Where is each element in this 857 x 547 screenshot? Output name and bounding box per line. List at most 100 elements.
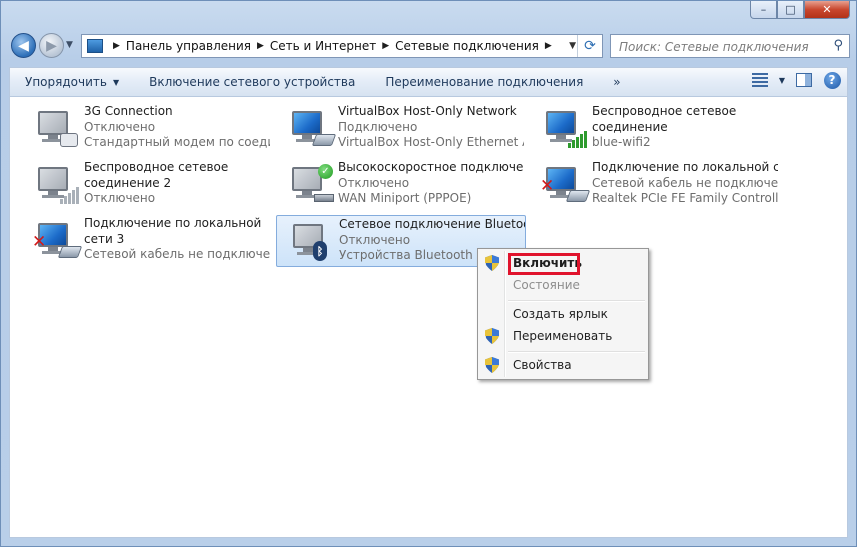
connection-device: blue-wifi2 bbox=[592, 135, 651, 149]
forward-button[interactable]: ▶ bbox=[39, 33, 64, 58]
explorer-window: – □ ✕ ◀ ▶ ▼ ▶ Панель управления ▶ Сеть и… bbox=[0, 0, 857, 547]
connection-status: Отключено bbox=[84, 191, 156, 205]
search-box: ⚲ bbox=[610, 34, 850, 58]
preview-pane-button[interactable] bbox=[795, 71, 813, 89]
network-adapter-icon: ᛒ bbox=[289, 221, 337, 265]
checkmark-icon: ✓ bbox=[318, 164, 333, 179]
breadcrumb-network-connections[interactable]: Сетевые подключения bbox=[395, 39, 539, 53]
connection-status: Сетевой кабель не подключен bbox=[592, 175, 778, 190]
connection-device: WAN Miniport (PPPOE) bbox=[338, 191, 472, 205]
menu-item-enable[interactable]: Включить bbox=[480, 252, 646, 275]
ethernet-plug-icon bbox=[311, 134, 337, 146]
address-dropdown-icon[interactable]: ▼ bbox=[569, 41, 576, 51]
network-adapter-icon bbox=[34, 108, 82, 152]
breadcrumb-control-panel[interactable]: Панель управления bbox=[126, 39, 251, 53]
help-button[interactable]: ? bbox=[823, 71, 841, 89]
breadcrumb-separator[interactable]: ▶ bbox=[113, 41, 120, 51]
breadcrumb-network-internet[interactable]: Сеть и Интернет bbox=[270, 39, 376, 53]
navigation-row: ◀ ▶ ▼ ▶ Панель управления ▶ Сеть и Интер… bbox=[9, 31, 850, 61]
organize-button[interactable]: Упорядочить ▼ bbox=[10, 68, 134, 96]
arrow-right-icon: ▶ bbox=[46, 37, 57, 54]
toolbar-right: ▼ ? bbox=[751, 71, 841, 89]
connection-name: Сетевое подключение Bluetooth bbox=[339, 217, 525, 231]
menu-item-label: Состояние bbox=[513, 278, 580, 292]
menu-separator bbox=[508, 300, 645, 302]
connection-name: Подключение по локальной сети bbox=[592, 160, 778, 174]
modem-icon bbox=[60, 133, 78, 147]
signal-bars-icon bbox=[60, 186, 82, 204]
address-bar[interactable]: ▶ Панель управления ▶ Сеть и Интернет ▶ … bbox=[81, 34, 603, 58]
connection-status: Отключено bbox=[84, 119, 156, 134]
control-panel-icon bbox=[87, 39, 103, 53]
connection-device: Realtek PCIe FE Family Controller bbox=[592, 191, 778, 205]
command-bar: Упорядочить ▼ Включение сетевого устройс… bbox=[9, 67, 848, 97]
view-dropdown-icon[interactable]: ▼ bbox=[779, 76, 785, 85]
menu-item-label: Свойства bbox=[513, 358, 572, 372]
breadcrumb-separator[interactable]: ▶ bbox=[382, 41, 389, 51]
menu-item-rename[interactable]: Переименовать bbox=[480, 325, 646, 347]
close-button[interactable]: ✕ bbox=[804, 1, 850, 19]
uac-shield-icon bbox=[485, 328, 499, 344]
connection-local-area-3[interactable]: ✕ Подключение по локальной сети 3 Сетево… bbox=[22, 215, 272, 267]
ethernet-plug-icon bbox=[565, 190, 591, 202]
rename-connection-button[interactable]: Переименование подключения bbox=[370, 68, 598, 96]
menu-item-status[interactable]: Состояние bbox=[480, 274, 646, 296]
menu-separator bbox=[508, 351, 645, 353]
network-adapter-icon bbox=[542, 108, 590, 152]
minimize-button[interactable]: – bbox=[750, 1, 777, 19]
connection-name: VirtualBox Host-Only Network bbox=[338, 104, 517, 118]
connection-name: Подключение по локальной сети 3 bbox=[84, 216, 262, 246]
preview-pane-icon bbox=[796, 73, 812, 87]
highlight-frame bbox=[508, 253, 580, 275]
connection-name: Беспроводное сетевое соединение bbox=[592, 104, 737, 134]
connection-name: Высокоскоростное подключение bbox=[338, 160, 524, 174]
ethernet-plug-icon bbox=[57, 246, 83, 258]
more-commands-label: » bbox=[613, 75, 621, 89]
connection-local-area[interactable]: ✕ Подключение по локальной сети Сетевой … bbox=[530, 159, 780, 211]
breadcrumb-separator[interactable]: ▶ bbox=[257, 41, 264, 51]
connection-name: Беспроводное сетевое соединение 2 bbox=[84, 160, 229, 190]
breadcrumb: ▶ Панель управления ▶ Сеть и Интернет ▶ … bbox=[107, 39, 558, 53]
menu-item-label: Переименовать bbox=[513, 329, 613, 343]
recent-pages-dropdown[interactable]: ▼ bbox=[66, 40, 73, 50]
menu-item-label: Создать ярлык bbox=[513, 307, 608, 321]
change-view-button[interactable] bbox=[751, 71, 769, 89]
connection-wireless-2[interactable]: Беспроводное сетевое соединение 2 Отключ… bbox=[22, 159, 272, 211]
connection-status: Отключено bbox=[338, 175, 410, 190]
refresh-icon: ⟳ bbox=[584, 38, 596, 54]
network-adapter-icon bbox=[34, 164, 82, 208]
connection-broadband[interactable]: ✓ Высокоскоростное подключение Отключено… bbox=[276, 159, 526, 211]
refresh-button[interactable]: ⟳ bbox=[577, 35, 602, 57]
network-adapter-icon: ✓ bbox=[288, 164, 336, 208]
connection-status: Отключено bbox=[339, 232, 411, 247]
wan-device-icon bbox=[314, 194, 334, 202]
menu-item-create-shortcut[interactable]: Создать ярлык bbox=[480, 303, 646, 325]
network-adapter-icon: ✕ bbox=[540, 164, 591, 208]
back-button[interactable]: ◀ bbox=[11, 33, 36, 58]
more-commands-button[interactable]: » bbox=[598, 68, 635, 96]
connection-wireless[interactable]: Беспроводное сетевое соединение blue-wif… bbox=[530, 103, 780, 155]
view-list-icon bbox=[751, 73, 768, 87]
uac-shield-icon bbox=[485, 255, 499, 271]
bluetooth-icon: ᛒ bbox=[313, 241, 327, 261]
disconnected-x-icon: ✕ bbox=[540, 176, 555, 196]
chevron-down-icon: ▼ bbox=[112, 77, 120, 87]
search-input[interactable] bbox=[617, 36, 821, 58]
maximize-button[interactable]: □ bbox=[777, 1, 804, 19]
connection-virtualbox[interactable]: VirtualBox Host-Only Network Подключено … bbox=[276, 103, 526, 155]
menu-item-properties[interactable]: Свойства bbox=[480, 354, 646, 376]
network-adapter-icon bbox=[288, 108, 337, 152]
connection-status: Подключено bbox=[338, 119, 418, 134]
connection-device: Стандартный модем по соедине... bbox=[84, 135, 270, 149]
help-icon: ? bbox=[823, 71, 841, 89]
organize-label: Упорядочить bbox=[25, 75, 107, 89]
connection-3g[interactable]: 3G Connection Отключено Стандартный моде… bbox=[22, 103, 272, 155]
enable-device-button[interactable]: Включение сетевого устройства bbox=[134, 68, 370, 96]
search-icon[interactable]: ⚲ bbox=[833, 38, 843, 53]
disconnected-x-icon: ✕ bbox=[32, 232, 47, 252]
connection-device: VirtualBox Host-Only Ethernet Ad... bbox=[338, 135, 524, 149]
arrow-left-icon: ◀ bbox=[18, 37, 29, 54]
breadcrumb-separator[interactable]: ▶ bbox=[545, 41, 552, 51]
context-menu: Включить Состояние Создать ярлык Переиме… bbox=[477, 248, 649, 380]
enable-device-label: Включение сетевого устройства bbox=[149, 75, 356, 89]
